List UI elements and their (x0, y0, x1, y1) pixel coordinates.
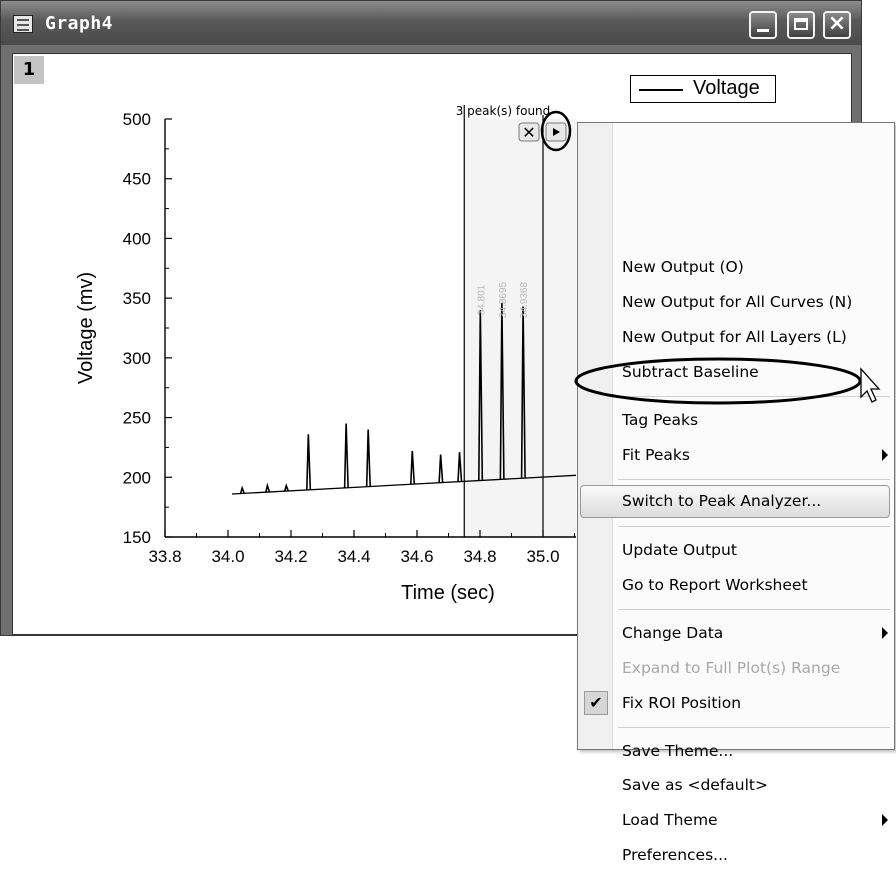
menu-item-label: Save Theme... (622, 742, 734, 760)
x-axis-title: Time (sec) (401, 582, 495, 604)
menu-item-change-data[interactable]: Change Data (578, 617, 894, 650)
menu-item-tag-peaks[interactable]: Tag Peaks (578, 404, 894, 437)
voltage-peak (365, 429, 371, 487)
submenu-arrow-icon (882, 814, 888, 826)
menu-item-label: Save as <default> (622, 776, 768, 794)
menu-item-go-to-report-worksheet[interactable]: Go to Report Worksheet (578, 569, 894, 602)
peak-position-label: 34.801 (476, 284, 487, 315)
menu-item-preferences[interactable]: Preferences... (578, 839, 894, 872)
menu-item-label: Subtract Baseline (622, 363, 759, 381)
menu-item-fit-peaks[interactable]: Fit Peaks (578, 439, 894, 472)
y-tick-label: 400 (123, 229, 151, 248)
y-tick-label: 300 (123, 349, 151, 368)
voltage-peak (284, 483, 290, 492)
menu-item-label: Go to Report Worksheet (622, 576, 808, 594)
y-tick-label: 250 (123, 409, 151, 428)
menu-separator (618, 727, 890, 728)
x-tick-label: 34.4 (337, 547, 370, 566)
y-tick-label: 150 (123, 528, 151, 547)
voltage-peak (265, 482, 271, 493)
menu-item-label: Load Theme (622, 811, 718, 829)
menu-item-label: Tag Peaks (622, 411, 699, 429)
menu-item-label: New Output for All Layers (L) (622, 328, 847, 346)
menu-item-load-theme[interactable]: Load Theme (578, 804, 894, 837)
menu-item-save-as-default[interactable]: Save as <default> (578, 769, 894, 802)
y-tick-label: 350 (123, 289, 151, 308)
peak-position-label: 34.8695 (498, 281, 509, 318)
menu-item-label: Expand to Full Plot(s) Range (622, 659, 841, 677)
voltage-peak (457, 452, 463, 482)
x-tick-label: 35.0 (526, 547, 559, 566)
voltage-peak (306, 434, 312, 490)
menu-item-label: New Output (O) (622, 258, 744, 276)
x-tick-label: 34.0 (211, 547, 244, 566)
y-tick-label: 450 (123, 170, 151, 189)
roi-status-label: 3 peak(s) found (456, 104, 551, 118)
x-tick-label: 33.8 (148, 547, 181, 566)
menu-item-label: Fit Peaks (622, 446, 690, 464)
menu-item-expand-full-range: Expand to Full Plot(s) Range (578, 652, 894, 685)
menu-item-label: Fix ROI Position (622, 694, 742, 712)
menu-separator (618, 526, 890, 527)
menu-item-switch-to-peak-analyzer[interactable]: Switch to Peak Analyzer... (578, 485, 894, 518)
menu-item-new-output[interactable]: New Output (O) (578, 251, 894, 284)
checkmark-icon: ✔ (584, 691, 608, 715)
close-icon: ✕ (522, 123, 535, 142)
peak-position-label: 34.9368 (519, 281, 530, 318)
x-tick-label: 34.8 (463, 547, 496, 566)
menu-item-new-output-all-layers[interactable]: New Output for All Layers (L) (578, 321, 894, 354)
menu-separator (618, 479, 890, 480)
x-tick-label: 34.2 (274, 547, 307, 566)
menu-item-fix-roi-position[interactable]: ✔ Fix ROI Position (578, 687, 894, 720)
voltage-peak (438, 454, 444, 483)
menu-item-label: Change Data (622, 624, 724, 642)
context-menu: New Output (O) New Output for All Curves… (577, 122, 895, 864)
voltage-peak (409, 450, 416, 485)
y-tick-label: 200 (123, 468, 151, 487)
submenu-arrow-icon (882, 627, 888, 639)
menu-item-subtract-baseline[interactable]: Subtract Baseline (578, 356, 894, 389)
voltage-peak (239, 485, 245, 494)
menu-item-label: Update Output (622, 541, 737, 559)
menu-separator (618, 396, 890, 397)
menu-item-update-output[interactable]: Update Output (578, 534, 894, 567)
menu-item-label: New Output for All Curves (N) (622, 293, 853, 311)
menu-item-label: Preferences... (622, 846, 728, 864)
y-axis-title: Voltage (mv) (75, 272, 97, 384)
menu-item-new-output-all-curves[interactable]: New Output for All Curves (N) (578, 286, 894, 319)
y-tick-label: 500 (123, 110, 151, 129)
x-tick-label: 34.6 (400, 547, 433, 566)
voltage-peak (343, 423, 349, 488)
submenu-arrow-icon (882, 449, 888, 461)
menu-item-label: Switch to Peak Analyzer... (622, 492, 822, 510)
menu-separator (618, 609, 890, 610)
